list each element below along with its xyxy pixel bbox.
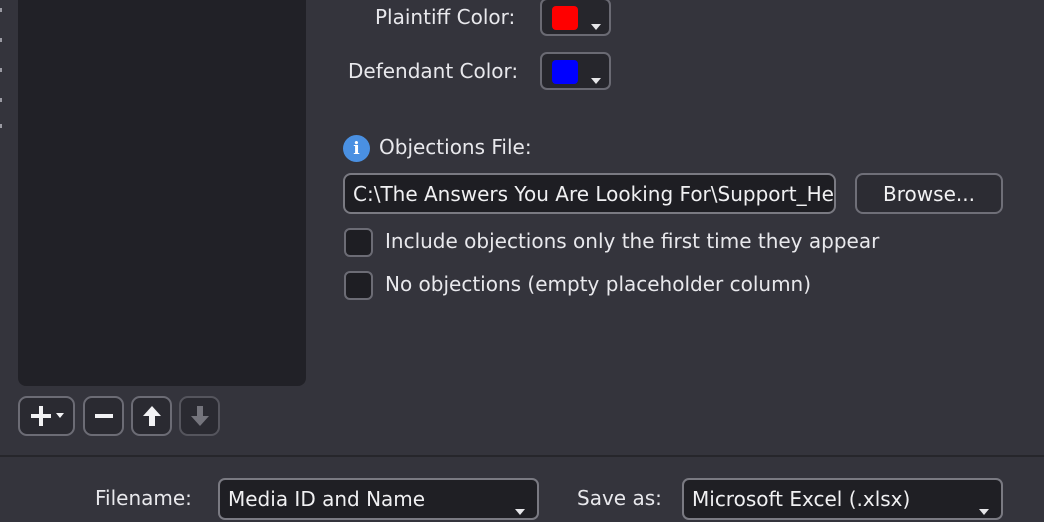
save-as-value: Microsoft Excel (.xlsx) (692, 487, 911, 511)
first-time-only-checkbox[interactable] (344, 228, 373, 257)
add-item-button[interactable] (18, 396, 75, 436)
first-time-only-label[interactable]: Include objections only the first time t… (385, 229, 879, 253)
filename-select[interactable]: Media ID and Name (218, 478, 539, 520)
no-objections-label[interactable]: No objections (empty placeholder column) (385, 272, 811, 296)
chevron-down-icon (591, 15, 601, 34)
item-list[interactable] (18, 0, 306, 386)
add-icon (29, 404, 53, 428)
filename-label: Filename: (95, 486, 192, 510)
save-as-select[interactable]: Microsoft Excel (.xlsx) (682, 478, 1003, 520)
defendant-color-swatch (552, 60, 578, 84)
footer-divider (0, 455, 1044, 457)
save-as-label: Save as: (577, 486, 662, 510)
chevron-down-icon (591, 69, 601, 88)
no-objections-checkbox[interactable] (344, 271, 373, 300)
export-settings-window: Plaintiff Color: Defendant Color: i Obje… (0, 0, 1044, 522)
move-down-button[interactable] (179, 396, 220, 436)
defendant-color-label: Defendant Color: (348, 59, 519, 83)
arrow-down-icon (189, 405, 211, 427)
objections-file-path: C:\The Answers You Are Looking For\Suppo… (353, 181, 834, 206)
chevron-down-icon (56, 413, 64, 419)
browse-button[interactable]: Browse... (855, 173, 1003, 214)
plaintiff-color-picker[interactable] (540, 0, 611, 36)
filename-value: Media ID and Name (228, 487, 426, 511)
chevron-down-icon (979, 496, 989, 520)
plaintiff-color-swatch (552, 6, 578, 30)
info-icon[interactable]: i (343, 135, 370, 162)
window-edge-markers (0, 0, 3, 130)
remove-icon (93, 405, 115, 427)
defendant-color-picker[interactable] (540, 52, 611, 90)
chevron-down-icon (515, 496, 525, 520)
arrow-up-icon (141, 405, 163, 427)
objections-file-input[interactable]: C:\The Answers You Are Looking For\Suppo… (343, 173, 836, 214)
objections-file-label: Objections File: (379, 135, 532, 159)
plaintiff-color-label: Plaintiff Color: (375, 5, 516, 29)
move-up-button[interactable] (131, 396, 172, 436)
remove-item-button[interactable] (83, 396, 124, 436)
